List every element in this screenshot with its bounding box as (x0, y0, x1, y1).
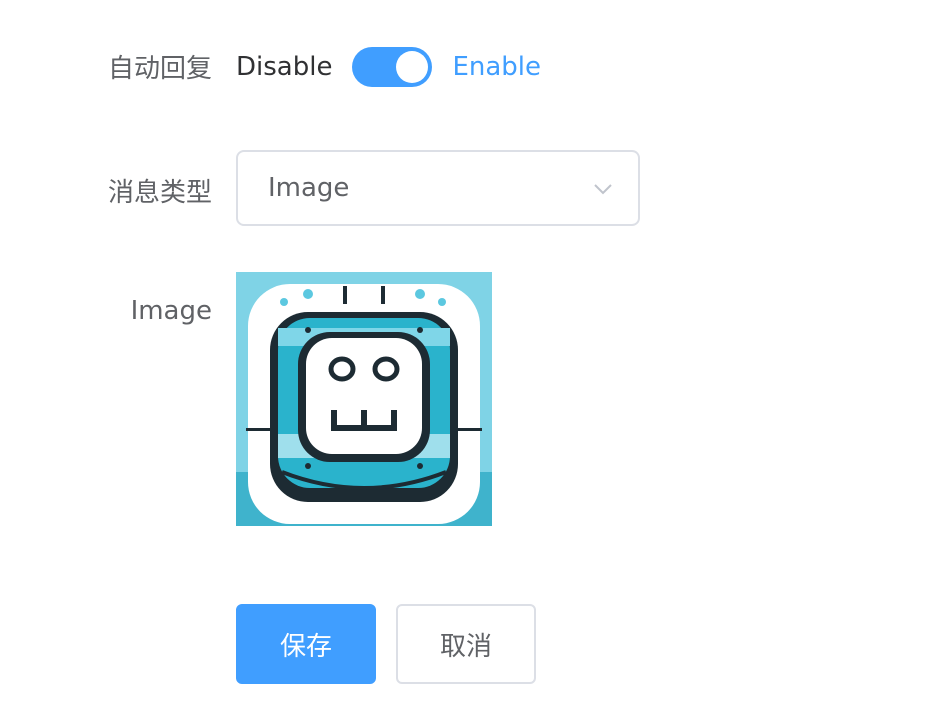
switch-on-text[interactable]: Enable (452, 52, 541, 82)
save-button[interactable]: 保存 (236, 604, 376, 684)
switch-knob (396, 51, 429, 83)
auto-reply-switch[interactable]: Disable Enable (236, 44, 541, 90)
cancel-button[interactable]: 取消 (396, 604, 536, 684)
message-type-select[interactable]: Image (236, 150, 640, 226)
switch-toggle[interactable] (352, 47, 433, 87)
chevron-down-icon (594, 184, 612, 195)
message-type-label: 消息类型 (107, 178, 212, 208)
auto-reply-form: 自动回复 Disable Enable 消息类型 Image Image 保存 … (0, 0, 942, 706)
image-preview[interactable] (236, 272, 492, 526)
message-type-value: Image (268, 173, 350, 203)
auto-reply-label: 自动回复 (107, 54, 212, 84)
image-label: Image (130, 296, 212, 326)
robot-avatar-icon (236, 272, 492, 526)
switch-off-text[interactable]: Disable (236, 52, 332, 82)
